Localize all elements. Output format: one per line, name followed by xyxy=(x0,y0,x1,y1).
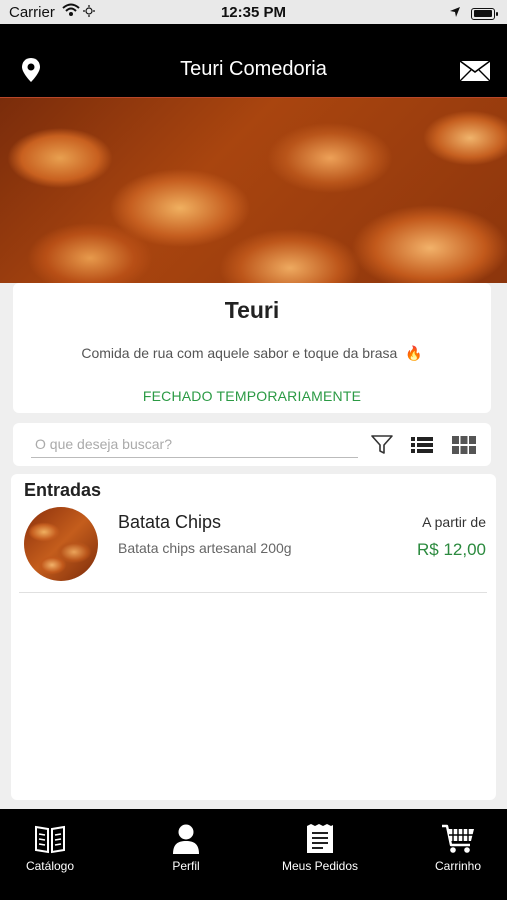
section-title: Entradas xyxy=(24,480,102,500)
battery-fill xyxy=(473,10,492,17)
tab-catalogo[interactable]: Catálogo xyxy=(12,809,88,900)
tab-perfil[interactable]: Perfil xyxy=(156,809,216,900)
status-bar: Carrier 12:35 PM xyxy=(0,0,507,24)
mail-icon[interactable] xyxy=(459,60,491,87)
location-arrow-icon xyxy=(449,5,461,22)
navigation-bar: Teuri Comedoria xyxy=(0,24,507,97)
orders-receipt-icon xyxy=(305,823,335,855)
search-input[interactable] xyxy=(31,431,358,458)
tab-label: Meus Pedidos xyxy=(281,859,359,873)
tab-bar: Catálogo Perfil Meus Pedidos Carrinho xyxy=(0,809,507,900)
product-price-prefix: A partir de xyxy=(422,514,486,530)
store-status: FECHADO TEMPORARIAMENTE xyxy=(142,388,362,404)
catalog-list: Entradas Batata Chips Batata chips artes… xyxy=(11,474,496,800)
tab-label: Carrinho xyxy=(434,859,482,873)
profile-user-icon xyxy=(172,823,200,855)
tab-carrinho[interactable]: Carrinho xyxy=(425,809,491,900)
fire-icon: 🔥 xyxy=(405,345,423,361)
battery-icon xyxy=(471,7,498,20)
product-name: Batata Chips xyxy=(118,512,222,532)
status-time: 12:35 PM xyxy=(220,4,287,21)
tab-label: Catálogo xyxy=(25,859,75,873)
product-thumbnail xyxy=(24,507,98,581)
store-description: Comida de rua com aquele sabor e toque d… xyxy=(13,345,491,362)
list-divider xyxy=(19,592,487,593)
product-item-batata-chips[interactable]: Batata Chips Batata chips artesanal 200g… xyxy=(11,504,496,592)
catalog-book-icon xyxy=(34,823,66,855)
store-info-card: Teuri Comida de rua com aquele sabor e t… xyxy=(13,283,491,413)
tab-label: Perfil xyxy=(172,859,200,873)
product-price: R$ 12,00 xyxy=(417,540,486,559)
store-description-text: Comida de rua com aquele sabor e toque d… xyxy=(81,345,398,361)
hero-image xyxy=(0,98,507,283)
product-description: Batata chips artesanal 200g xyxy=(118,540,292,556)
store-name: Teuri xyxy=(224,297,280,323)
list-view-icon[interactable] xyxy=(409,432,435,458)
search-card xyxy=(13,423,491,466)
grid-view-icon[interactable] xyxy=(451,432,477,458)
header-title: Teuri Comedoria xyxy=(180,58,327,80)
filter-icon[interactable] xyxy=(369,432,395,458)
tab-meus-pedidos[interactable]: Meus Pedidos xyxy=(272,809,368,900)
cart-icon xyxy=(441,823,475,855)
